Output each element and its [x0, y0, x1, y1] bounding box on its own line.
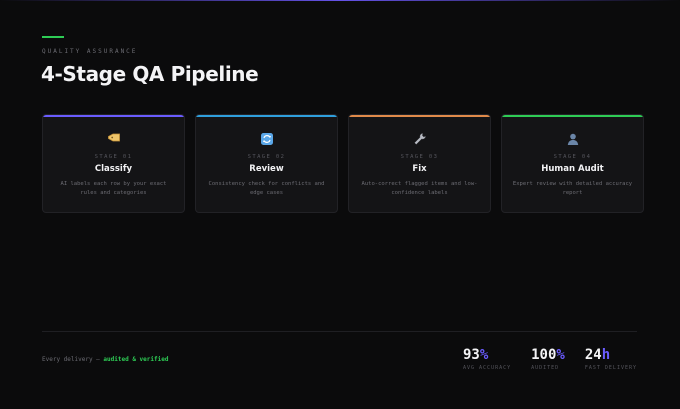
tag-icon	[107, 133, 120, 142]
footer-note-prefix: Every delivery —	[42, 356, 104, 363]
stats-row: 93% AVG ACCURACY 100% AUDITED 24h FAST D…	[463, 347, 637, 371]
stage-card-accent	[196, 115, 337, 117]
stage-title: Fix	[412, 164, 427, 174]
stat-accuracy: 93% AVG ACCURACY	[463, 347, 511, 371]
stat-audited: 100% AUDITED	[531, 347, 565, 371]
stage-description: AI labels each row by your exact rules a…	[60, 181, 167, 196]
stat-label: FAST DELIVERY	[584, 365, 637, 371]
stage-description: Auto-correct flagged items and low-confi…	[361, 181, 478, 196]
stat-number: 93	[463, 347, 480, 363]
stage-description: Expert review with detailed accuracy rep…	[512, 181, 633, 196]
stat-value: 24h	[585, 347, 637, 363]
stat-unit: h	[601, 347, 611, 363]
stage-number: STAGE 04	[553, 154, 592, 160]
stage-title: Classify	[94, 164, 133, 174]
stat-label: AUDITED	[531, 365, 560, 371]
footer-divider	[42, 331, 637, 332]
stage-cards: STAGE 01 Classify AI labels each row by …	[42, 114, 644, 213]
stage-number: STAGE 01	[94, 154, 133, 160]
stat-number: 24	[584, 347, 602, 363]
stat-label: AVG ACCURACY	[463, 365, 512, 371]
stage-card-human-audit: STAGE 04 Human Audit Expert review with …	[501, 114, 644, 213]
person-icon	[567, 133, 578, 145]
stat-delivery: 24h FAST DELIVERY	[585, 347, 637, 371]
stat-unit: %	[556, 347, 565, 363]
page-title: 4-Stage QA Pipeline	[41, 62, 259, 86]
stat-number: 100	[531, 347, 557, 363]
top-glow-line	[0, 0, 680, 1]
accent-bar	[42, 36, 64, 38]
stage-number: STAGE 02	[247, 154, 286, 160]
wrench-icon	[413, 133, 426, 145]
stage-number: STAGE 03	[400, 154, 439, 160]
stat-value: 100%	[531, 347, 565, 363]
footer-note-highlight: audited & verified	[103, 356, 169, 363]
stage-title: Human Audit	[541, 164, 604, 174]
stage-card-review: STAGE 02 Review Consistency check for co…	[195, 114, 338, 213]
section-eyebrow: QUALITY ASSURANCE	[42, 48, 138, 55]
footer-note: Every delivery — audited & verified	[42, 356, 168, 363]
stage-card-fix: STAGE 03 Fix Auto-correct flagged items …	[348, 114, 491, 213]
stage-card-classify: STAGE 01 Classify AI labels each row by …	[42, 114, 185, 213]
stage-card-accent	[502, 115, 643, 117]
stat-unit: %	[479, 347, 489, 363]
stage-card-accent	[349, 115, 490, 117]
stage-description: Consistency check for conflicts and edge…	[208, 181, 325, 196]
stat-value: 93%	[463, 347, 511, 363]
stage-card-accent	[43, 115, 184, 117]
stage-title: Review	[249, 164, 284, 174]
refresh-icon	[260, 133, 273, 145]
